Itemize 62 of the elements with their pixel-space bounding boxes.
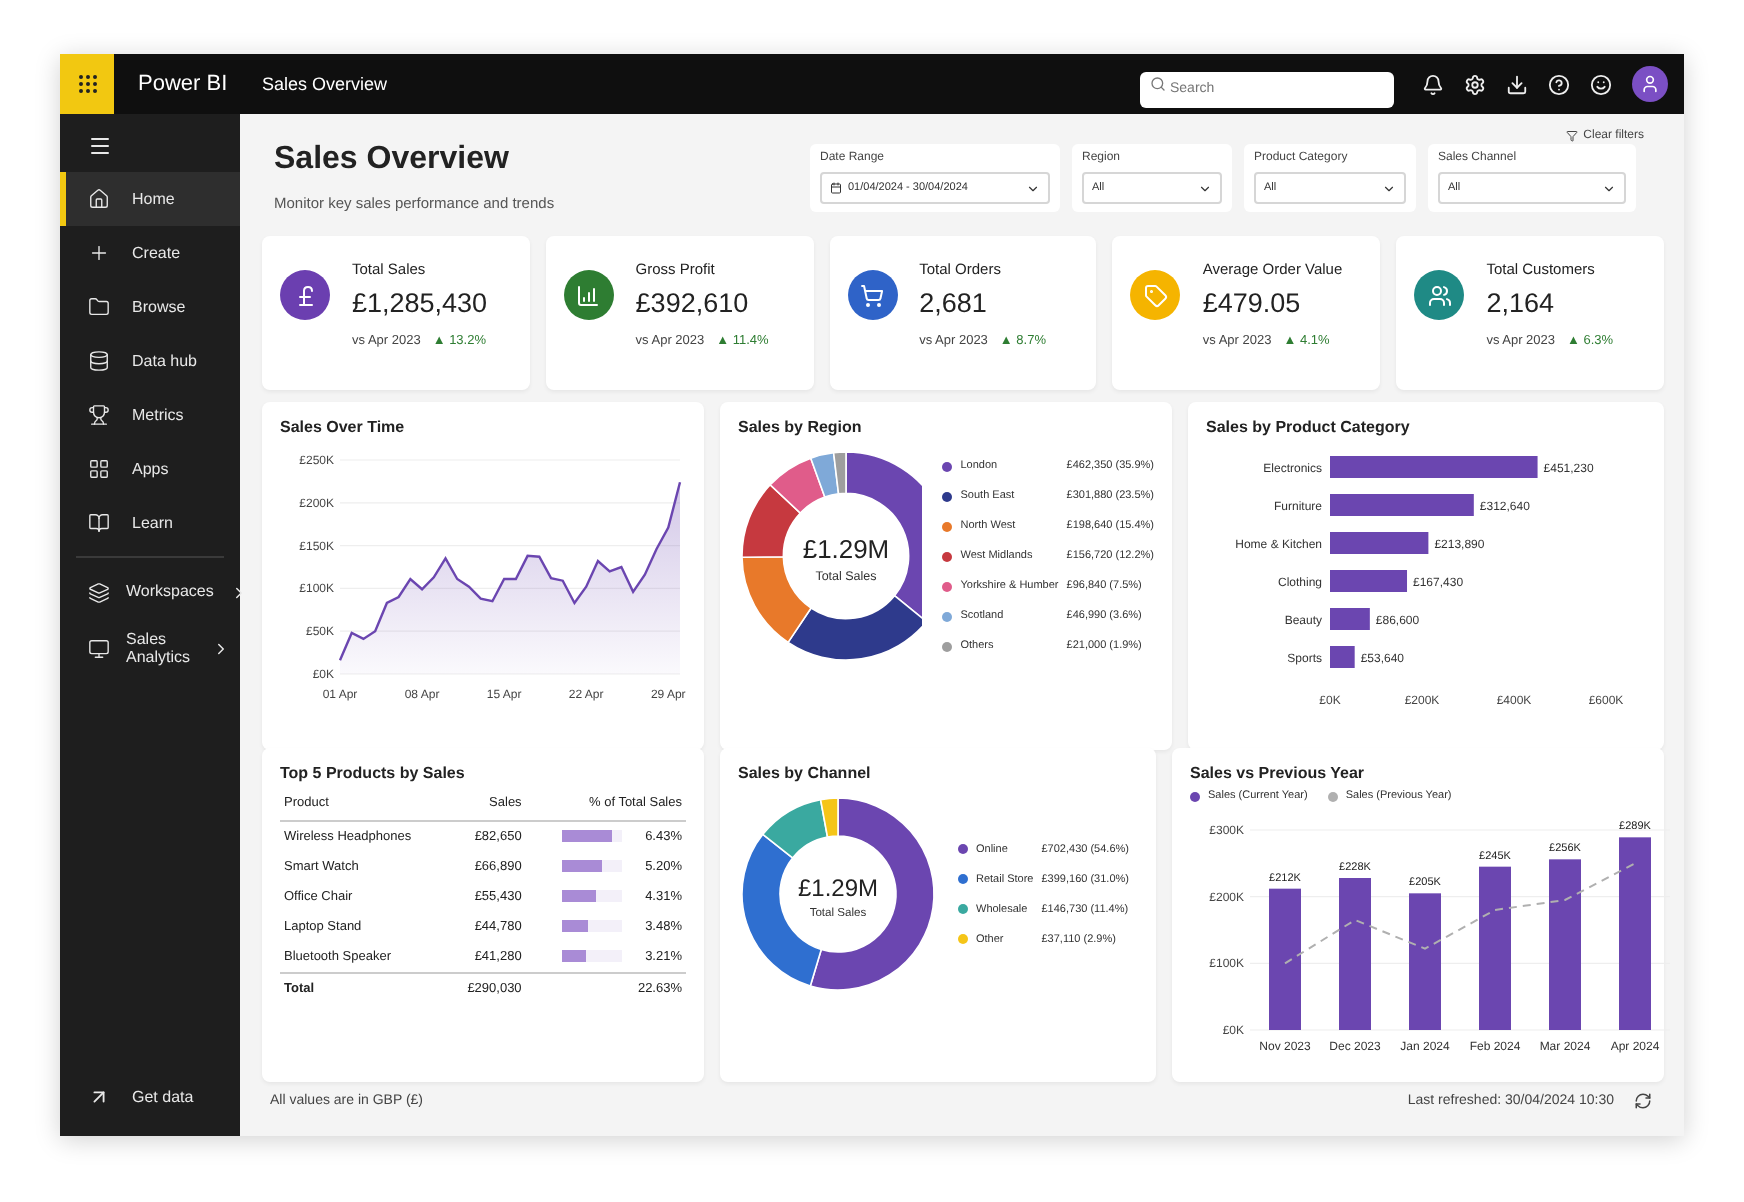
bar: [1330, 608, 1370, 630]
sidebar-item[interactable]: Learn: [60, 496, 240, 550]
calendar-icon: [830, 182, 842, 194]
trophy-icon: [88, 404, 110, 426]
help-icon[interactable]: [1548, 73, 1570, 95]
sidebar-item[interactable]: Metrics: [60, 388, 240, 442]
book-icon: [88, 512, 110, 534]
filter-icon: [1565, 129, 1578, 141]
smiley-icon[interactable]: [1590, 73, 1612, 95]
bar: [1330, 570, 1407, 592]
app-name: Power BI: [138, 72, 230, 96]
page-title: Sales Overview: [274, 142, 511, 178]
layers-icon: [88, 581, 110, 603]
card-title: Sales by Channel: [738, 764, 873, 782]
download-icon[interactable]: [1506, 73, 1528, 95]
arrow-icon: [88, 1086, 110, 1108]
bar: [1269, 888, 1301, 1030]
card-title: Sales Over Time: [280, 418, 407, 436]
chevron-down-icon: [1026, 181, 1040, 195]
bar: [1330, 646, 1355, 668]
bar: [1330, 494, 1474, 516]
kpi-value: £392,610: [635, 288, 751, 318]
chevron-down-icon: [1382, 181, 1396, 195]
folder-icon: [88, 296, 110, 318]
user-icon: [1640, 74, 1660, 94]
kpi-value: £1,285,430: [352, 288, 488, 318]
sidebar-item[interactable]: Create: [60, 226, 240, 280]
kpi-value: 2,164: [1486, 288, 1556, 318]
bar: [1330, 532, 1429, 554]
avatar[interactable]: [1632, 66, 1668, 102]
sidebar-item[interactable]: Home: [60, 172, 240, 226]
center-value: £1.29M: [802, 534, 890, 564]
sidebar-item[interactable]: Get data: [60, 1070, 240, 1124]
sidebar-item[interactable]: Workspaces: [60, 564, 240, 620]
refresh-icon[interactable]: [1634, 1092, 1652, 1110]
kpi-value: £479.05: [1202, 288, 1303, 318]
bar: [1409, 893, 1441, 1030]
plus-icon: [88, 242, 110, 264]
sidebar-item[interactable]: Sales Analytics: [60, 620, 240, 676]
monitor-icon: [88, 637, 110, 659]
home-icon: [88, 188, 110, 210]
chevron-icon: [212, 639, 230, 657]
sidebar-item[interactable]: Data hub: [60, 334, 240, 388]
sidebar-item[interactable]: Browse: [60, 280, 240, 334]
search-icon: [1150, 76, 1166, 92]
card-title: Top 5 Products by Sales: [280, 764, 467, 782]
card-title: Sales vs Previous Year: [1190, 764, 1367, 782]
chevron-down-icon: [1602, 181, 1616, 195]
kpi-value: 2,681: [919, 288, 989, 318]
database-icon: [88, 350, 110, 372]
waffle-icon: [75, 72, 99, 96]
grid-icon: [88, 458, 110, 480]
settings-icon[interactable]: [1464, 73, 1486, 95]
menu-icon: [88, 133, 112, 157]
card-title: Sales by Region: [738, 418, 864, 436]
sidebar-item[interactable]: Apps: [60, 442, 240, 496]
app-launcher-button[interactable]: [60, 54, 114, 114]
chevron-down-icon: [1198, 181, 1212, 195]
bell-icon[interactable]: [1422, 73, 1444, 95]
center-value: £1.29M: [797, 874, 879, 902]
card-title: Sales by Product Category: [1206, 418, 1412, 436]
report-title: Sales Overview: [262, 74, 390, 94]
